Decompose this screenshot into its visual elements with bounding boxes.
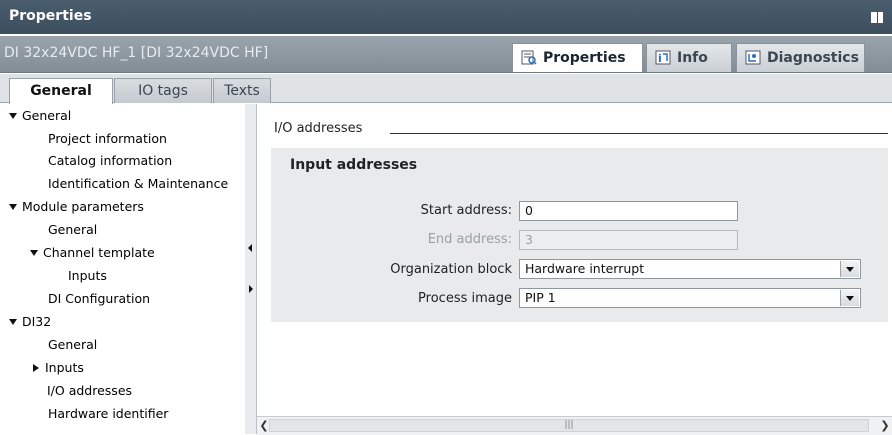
nav-item-ct-inputs[interactable]: Inputs [68, 268, 107, 283]
scroll-right-icon[interactable]: ❯ [878, 418, 892, 433]
tab-io-tags[interactable]: IO tags [114, 78, 212, 103]
nav-item-project-information[interactable]: Project information [48, 131, 167, 146]
group-title: Input addresses [290, 157, 418, 173]
svg-text:i: i [658, 52, 662, 65]
nav-item-channel-template[interactable]: Channel template [30, 245, 155, 260]
horizontal-scrollbar[interactable]: ❮ ||| ❯ [257, 416, 892, 435]
panel-title: Properties [9, 8, 92, 24]
tab-info[interactable]: i Info [646, 43, 732, 72]
device-name: DI 32x24VDC HF_1 [DI 32x24VDC HF] [4, 45, 269, 61]
section-divider [390, 133, 888, 134]
dock-icon[interactable] [871, 12, 883, 23]
nav-item-mp-general[interactable]: General [48, 222, 97, 237]
scroll-thumb[interactable]: ||| [269, 419, 869, 432]
properties-icon [521, 50, 537, 65]
start-address-input[interactable]: 0 [519, 201, 738, 221]
nav-item-di-configuration[interactable]: DI Configuration [48, 291, 150, 306]
tab-label: Properties [543, 50, 626, 66]
expand-icon[interactable] [30, 250, 38, 256]
nav-item-di32-inputs[interactable]: Inputs [33, 360, 84, 375]
end-address-label: End address: [427, 232, 512, 247]
organization-block-value: Hardware interrupt [525, 261, 645, 276]
chevron-down-icon[interactable] [840, 261, 859, 277]
collapse-icon[interactable] [33, 364, 39, 372]
expand-icon[interactable] [9, 113, 17, 119]
tab-texts[interactable]: Texts [213, 78, 271, 103]
nav-item-hardware-identifier[interactable]: Hardware identifier [48, 406, 168, 421]
process-image-value: PIP 1 [525, 290, 556, 305]
organization-block-select[interactable]: Hardware interrupt [519, 259, 861, 279]
expand-right-icon[interactable] [249, 285, 253, 293]
diagnostics-icon [745, 50, 761, 65]
tab-diagnostics[interactable]: Diagnostics [736, 43, 865, 72]
end-address-input: 3 [519, 230, 738, 250]
nav-item-general[interactable]: General [9, 108, 71, 123]
properties-titlebar: Properties [0, 0, 892, 34]
start-address-label: Start address: [420, 203, 512, 218]
process-image-select[interactable]: PIP 1 [519, 288, 861, 308]
section-title: I/O addresses [274, 121, 363, 136]
nav-item-di32-general[interactable]: General [48, 337, 97, 352]
nav-item-identification[interactable]: Identification & Maintenance [48, 176, 228, 191]
chevron-down-icon[interactable] [840, 290, 859, 306]
organization-block-label: Organization block [390, 262, 512, 277]
collapse-left-icon[interactable] [248, 244, 252, 252]
nav-item-catalog-information[interactable]: Catalog information [48, 153, 172, 168]
tab-label: Diagnostics [767, 50, 859, 66]
expand-icon[interactable] [9, 204, 17, 210]
tab-label: Info [677, 50, 708, 66]
nav-item-io-addresses[interactable]: I/O addresses [47, 383, 132, 398]
nav-item-di32[interactable]: DI32 [9, 314, 51, 329]
tab-general[interactable]: General [9, 78, 113, 104]
tab-properties[interactable]: Properties [512, 43, 643, 72]
process-image-label: Process image [418, 291, 512, 306]
nav-item-module-parameters[interactable]: Module parameters [9, 199, 144, 214]
expand-icon[interactable] [9, 319, 17, 325]
info-icon: i [655, 50, 671, 65]
pane-splitter[interactable] [245, 104, 257, 434]
